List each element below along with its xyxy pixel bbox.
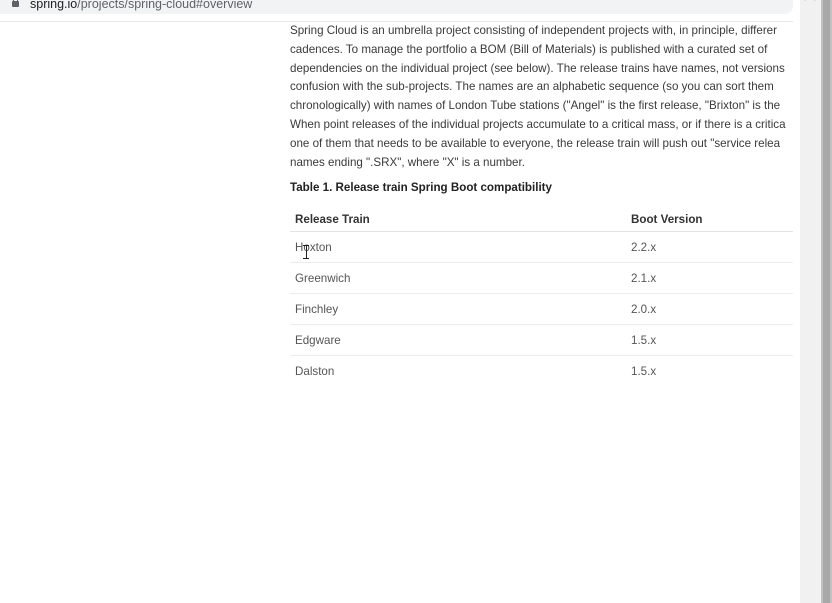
chevron-up-icon — [804, 0, 816, 6]
overview-content: Spring Cloud is an umbrella project cons… — [290, 22, 793, 386]
url-text[interactable]: spring.io/projects/spring-cloud#overview — [30, 0, 252, 11]
table-header-row: Release Train Boot Version — [290, 207, 793, 233]
table-row: Dalston 1.5.x — [290, 356, 793, 387]
intro-line: dependencies on the individual project (… — [290, 61, 785, 75]
table-row: Hoxton 2.2.x — [290, 231, 793, 264]
release-train-cell: Hoxton — [290, 231, 626, 264]
text-cursor-icon — [303, 245, 309, 259]
scrollbar-track[interactable] — [800, 0, 821, 603]
boot-version-cell: 1.5.x — [631, 364, 657, 378]
table-caption: Table 1. Release train Spring Boot compa… — [290, 181, 552, 195]
boot-version-cell: 2.2.x — [626, 231, 793, 264]
table-row: Edgware 1.5.x — [290, 324, 793, 357]
intro-line: one of them that needs to be available t… — [290, 136, 781, 150]
header-boot-version: Boot Version — [626, 207, 793, 233]
release-train-table: Release Train Boot Version Hoxton 2.2.x … — [290, 207, 793, 386]
intro-line: Spring Cloud is an umbrella project cons… — [290, 24, 777, 37]
intro-line: When point releases of the individual pr… — [290, 117, 786, 131]
url-path: /projects/spring-cloud#overview — [77, 0, 253, 11]
release-train-cell: Dalston — [295, 364, 335, 378]
header-release-train: Release Train — [290, 207, 626, 233]
lock-icon[interactable] — [12, 0, 19, 7]
intro-paragraph: Spring Cloud is an umbrella project cons… — [290, 22, 793, 172]
intro-line: chronologically) with names of London Tu… — [290, 99, 781, 113]
url-host: spring.io — [30, 0, 78, 11]
scrollbar-thumb-inner — [823, 0, 830, 603]
intro-line: cadences. To manage the portfolio a BOM … — [290, 42, 768, 56]
table-row: Finchley 2.0.x — [290, 293, 793, 326]
address-bar[interactable]: spring.io/projects/spring-cloud#overview — [0, 0, 793, 14]
release-train-cell: Finchley — [290, 293, 626, 326]
boot-version-cell: 2.1.x — [626, 262, 793, 295]
intro-line: confusion with the sub-projects. The nam… — [290, 80, 774, 94]
release-train-cell: Greenwich — [290, 262, 626, 295]
boot-version-cell: 2.0.x — [626, 293, 793, 326]
boot-version-cell: 1.5.x — [626, 324, 793, 357]
scroll-up-button[interactable] — [800, 0, 821, 10]
release-train-cell: Edgware — [290, 324, 626, 357]
intro-line: names ending ".SRX", where "X" is a numb… — [290, 155, 525, 169]
table-row: Greenwich 2.1.x — [290, 262, 793, 295]
